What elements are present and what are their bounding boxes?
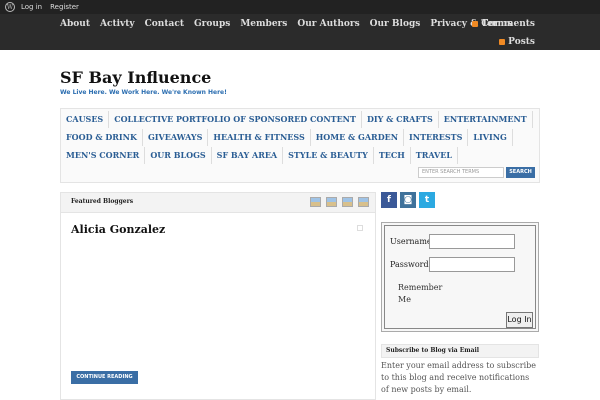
blogger-thumbnail[interactable] [358,197,369,207]
comments-feed-label: Comments [481,19,535,29]
facebook-icon[interactable]: f [381,192,397,208]
posts-feed-link[interactable]: Posts [499,37,535,47]
featured-bloggers-panel: Featured Bloggers Alicia Gonzalez CONTIN… [60,192,376,400]
cat-entertainment[interactable]: ENTERTAINMENT [439,111,533,128]
blogger-thumbnail[interactable] [326,197,337,207]
subscribe-title: Subscribe to Blog via Email [381,344,539,358]
nav-our-authors[interactable]: Our Authors [297,19,359,29]
rss-icon [499,39,506,45]
panel-title: Featured Bloggers [71,198,134,205]
avatar [357,225,363,231]
login-button[interactable]: Log In [506,312,533,328]
rss-icon [472,21,479,27]
top-nav: About Activty Contact Groups Members Our… [0,14,600,50]
password-label: Password: [390,260,432,269]
nav-activty[interactable]: Activty [100,19,135,29]
category-row: FOOD & DRINK GIVEAWAYS HEALTH & FITNESS … [61,129,513,146]
nav-our-blogs[interactable]: Our Blogs [370,19,421,29]
cat-mens-corner[interactable]: MEN'S CORNER [61,147,146,164]
nav-groups[interactable]: Groups [194,19,230,29]
subscribe-widget: Subscribe to Blog via Email Enter your e… [381,344,539,400]
cat-living[interactable]: LIVING [468,129,513,146]
cat-sf-bay-area[interactable]: SF BAY AREA [212,147,284,164]
comments-feed-link[interactable]: Comments [472,19,535,29]
panel-header: Featured Bloggers [61,193,375,213]
wordpress-icon[interactable]: W [5,2,15,12]
site-title[interactable]: SF Bay Influence [60,68,211,87]
cat-travel[interactable]: TRAVEL [411,147,458,164]
cat-our-blogs[interactable]: OUR BLOGS [145,147,212,164]
username-field[interactable] [429,234,515,249]
login-widget: Username: Password: Remember Me Log In [381,222,539,332]
category-nav: CAUSES COLLECTIVE PORTFOLIO OF SPONSORED… [60,108,540,183]
blogger-thumbnails [305,197,369,207]
instagram-icon[interactable]: ◙ [400,192,416,208]
cat-tech[interactable]: TECH [374,147,411,164]
admin-bar: W Log in Register [0,0,600,14]
category-row: MEN'S CORNER OUR BLOGS SF BAY AREA STYLE… [61,147,458,164]
nav-about[interactable]: About [60,19,90,29]
continue-reading-button[interactable]: CONTINUE READING [71,371,138,384]
register-link[interactable]: Register [50,3,79,11]
blogger-thumbnail[interactable] [342,197,353,207]
cat-collective-portfolio[interactable]: COLLECTIVE PORTFOLIO OF SPONSORED CONTEN… [109,111,362,128]
cat-home-garden[interactable]: HOME & GARDEN [311,129,405,146]
posts-feed-label: Posts [508,37,535,47]
category-row: CAUSES COLLECTIVE PORTFOLIO OF SPONSORED… [61,111,533,128]
password-field[interactable] [429,257,515,272]
blogger-thumbnail[interactable] [310,197,321,207]
cat-health-fitness[interactable]: HEALTH & FITNESS [208,129,311,146]
twitter-icon[interactable]: t [419,192,435,208]
blogger-name[interactable]: Alicia Gonzalez [71,223,165,236]
login-form: Username: Password: Remember Me Log In [384,225,536,329]
remember-me-checkbox[interactable]: Remember Me [398,282,448,306]
nav-members[interactable]: Members [240,19,287,29]
site-tagline: We Live Here. We Work Here. We're Known … [60,89,227,96]
subscribe-text: Enter your email address to subscribe to… [381,361,537,394]
nav-contact[interactable]: Contact [145,19,184,29]
search-input[interactable]: ENTER SEARCH TERMS [418,167,504,178]
top-menu: About Activty Contact Groups Members Our… [60,19,522,29]
cat-causes[interactable]: CAUSES [61,111,110,128]
cat-giveaways[interactable]: GIVEAWAYS [143,129,209,146]
cat-food-drink[interactable]: FOOD & DRINK [61,129,143,146]
search-button[interactable]: SEARCH [506,167,535,178]
cat-interests[interactable]: INTERESTS [404,129,469,146]
cat-style-beauty[interactable]: STYLE & BEAUTY [283,147,374,164]
cat-diy-crafts[interactable]: DIY & CRAFTS [362,111,439,128]
social-links: f ◙ t [381,192,438,208]
username-label: Username: [390,237,435,246]
login-link[interactable]: Log in [21,3,42,11]
search-form: ENTER SEARCH TERMS SEARCH [418,167,535,178]
